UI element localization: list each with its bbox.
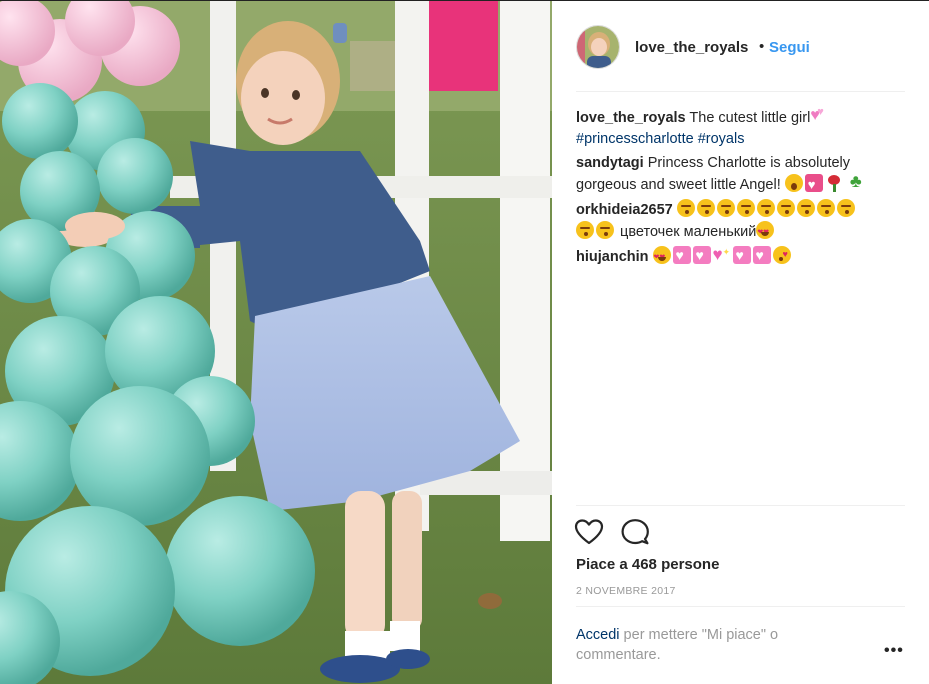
comment-username[interactable]: hiujanchin <box>576 249 649 265</box>
login-link[interactable]: Accedi <box>576 627 620 643</box>
comment-item: sandytagi Princess Charlotte is absolute… <box>576 153 906 196</box>
separator-dot: • <box>759 38 765 55</box>
kissing-face-emoji <box>836 199 855 217</box>
comment-username[interactable]: orkhideia2657 <box>576 202 673 218</box>
hashtag-link[interactable]: #royals <box>698 131 745 147</box>
comment-item: hiujanchin <box>576 242 906 268</box>
kissing-face-emoji <box>596 221 614 239</box>
kissing-face-emoji <box>816 199 835 217</box>
speech-bubble-icon <box>621 519 649 545</box>
kissing-face-emoji <box>756 199 775 217</box>
like-button[interactable] <box>574 517 604 547</box>
comment-username[interactable]: sandytagi <box>576 155 644 171</box>
heart-gift-emoji <box>804 174 823 195</box>
kissing-face-emoji <box>716 199 735 217</box>
comment-text: The cutest little girl <box>689 110 811 126</box>
header-divider <box>576 91 905 92</box>
caption-comment: love_the_royals The cutest little girl #… <box>576 102 906 150</box>
instagram-post: love_the_royals • Segui love_the_royals … <box>0 0 929 684</box>
heart-ribbon-emoji <box>752 245 771 266</box>
face-blowing-kiss-emoji <box>772 244 791 265</box>
post-side-panel: love_the_royals • Segui love_the_royals … <box>552 1 929 684</box>
login-prompt: Accedi per mettere "Mi piace" o commenta… <box>576 625 836 665</box>
post-author-username[interactable]: love_the_royals <box>635 39 748 56</box>
kissing-face-emoji <box>796 199 815 217</box>
comment-list: love_the_royals The cutest little girl #… <box>576 102 906 271</box>
comment-button[interactable] <box>620 517 650 547</box>
pink-hearts-emoji <box>810 102 828 126</box>
post-date[interactable]: 2 NOVEMBRE 2017 <box>576 585 676 597</box>
heart-ribbon-emoji <box>672 245 691 266</box>
heart-ribbon-emoji <box>692 245 711 266</box>
login-divider <box>576 606 905 607</box>
comment-username[interactable]: love_the_royals <box>576 110 686 126</box>
kissing-face-emoji <box>676 199 695 217</box>
avatar[interactable] <box>576 25 620 69</box>
sparkling-heart-emoji <box>713 242 731 265</box>
comment-text: цветочек маленький <box>620 224 757 240</box>
actions-divider <box>576 505 905 506</box>
kissing-face-emoji <box>776 199 795 217</box>
post-header: love_the_royals • Segui <box>552 1 929 91</box>
heart-eyes-face-emoji <box>756 221 775 243</box>
kissing-face-emoji <box>736 199 755 217</box>
hashtag-link[interactable]: #princesscharlotte <box>576 131 694 147</box>
post-photo[interactable] <box>0 1 552 684</box>
comment-item: orkhideia2657 цветочек маленький <box>576 199 906 243</box>
heart-ribbon-emoji <box>732 245 751 266</box>
kissing-face-emoji <box>696 199 715 217</box>
four-leaf-clover-emoji <box>849 171 867 192</box>
heart-outline-icon <box>574 519 604 545</box>
astonished-face-emoji <box>784 174 803 192</box>
heart-eyes-face-emoji <box>652 246 671 268</box>
more-options-icon[interactable]: ••• <box>884 642 904 660</box>
avatar-image <box>577 26 619 68</box>
kissing-face-emoji <box>576 221 594 239</box>
photo-girl-with-balloons <box>0 1 552 684</box>
like-count[interactable]: Piace a 468 persone <box>576 556 719 573</box>
rose-emoji <box>825 174 843 192</box>
follow-button[interactable]: Segui <box>769 39 810 56</box>
